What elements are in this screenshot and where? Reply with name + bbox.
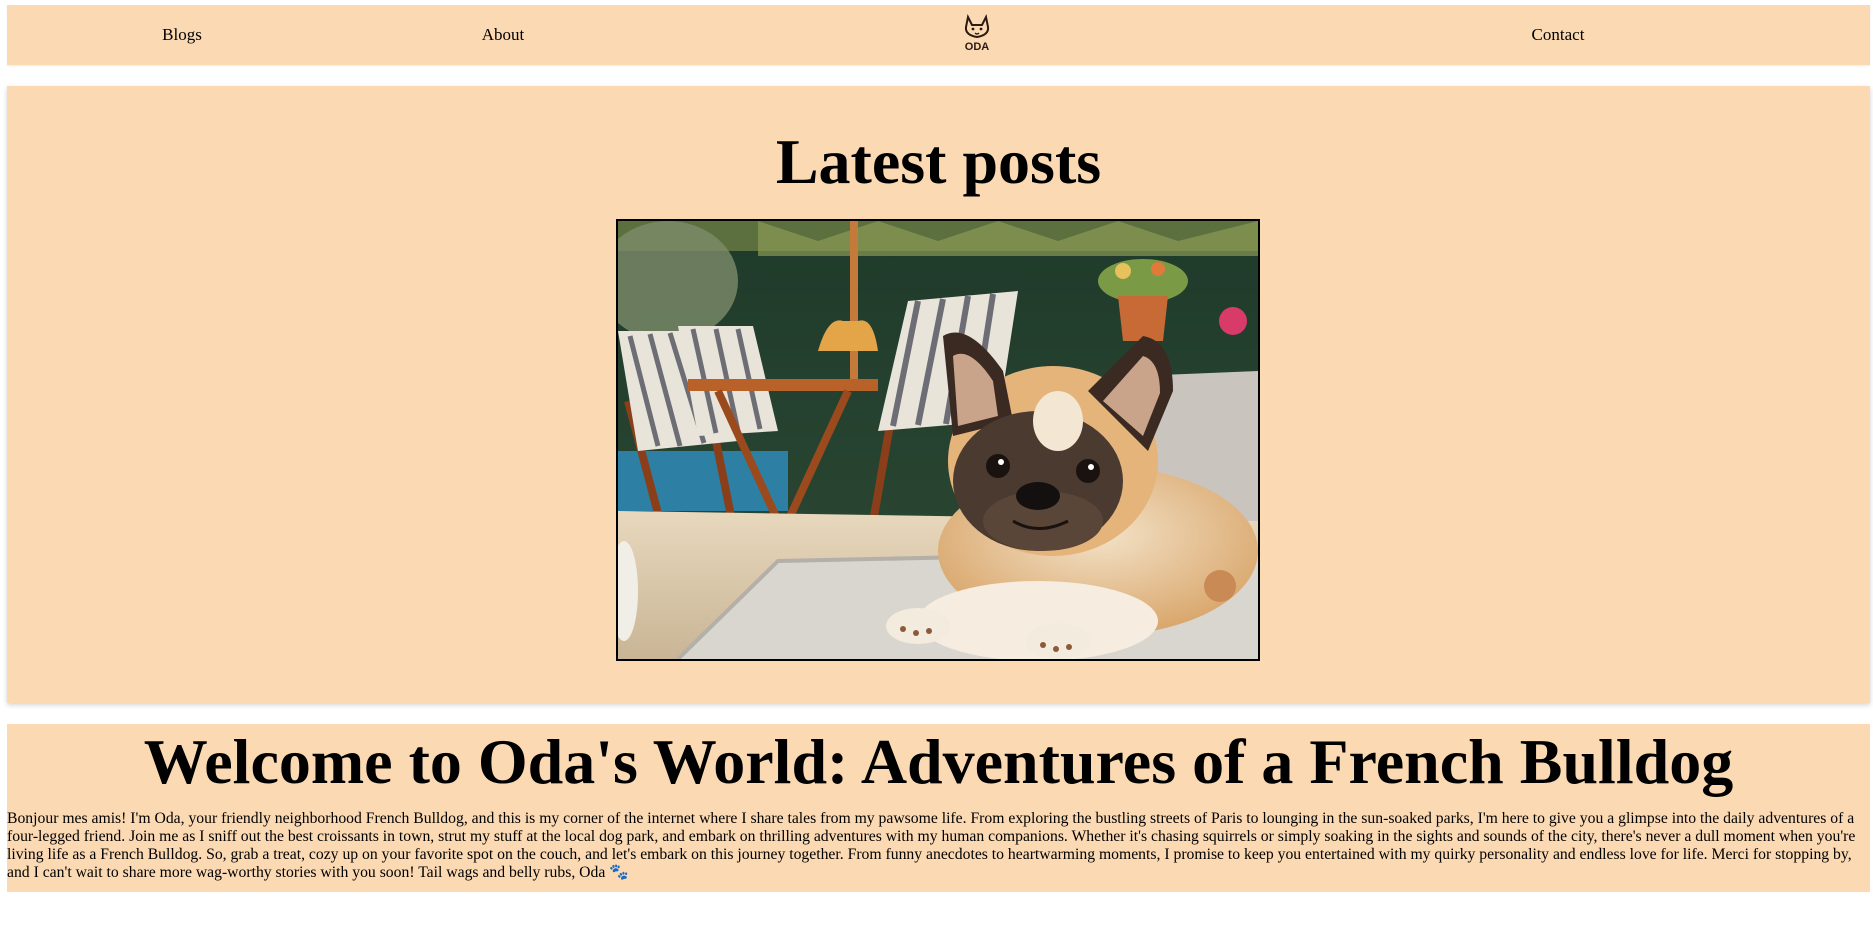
top-nav: Blogs About ODA Contact xyxy=(7,5,1870,65)
nav-link-about[interactable]: About xyxy=(482,5,525,65)
nav-link-blogs[interactable]: Blogs xyxy=(162,5,202,65)
welcome-section: Welcome to Oda's World: Adventures of a … xyxy=(7,724,1870,892)
welcome-heading: Welcome to Oda's World: Adventures of a … xyxy=(143,726,1734,797)
logo-text: ODA xyxy=(965,41,990,53)
latest-posts-section: Latest posts xyxy=(7,86,1870,703)
featured-post-image[interactable] xyxy=(616,219,1260,661)
bulldog-logo-icon: ODA xyxy=(965,13,990,53)
latest-posts-heading: Latest posts xyxy=(775,126,1102,197)
nav-link-contact[interactable]: Contact xyxy=(1532,5,1585,65)
welcome-body-text: Bonjour mes amis! I'm Oda, your friendly… xyxy=(7,810,1856,881)
oda-logo[interactable]: ODA xyxy=(960,13,994,53)
french-bulldog-photo xyxy=(618,221,1258,659)
